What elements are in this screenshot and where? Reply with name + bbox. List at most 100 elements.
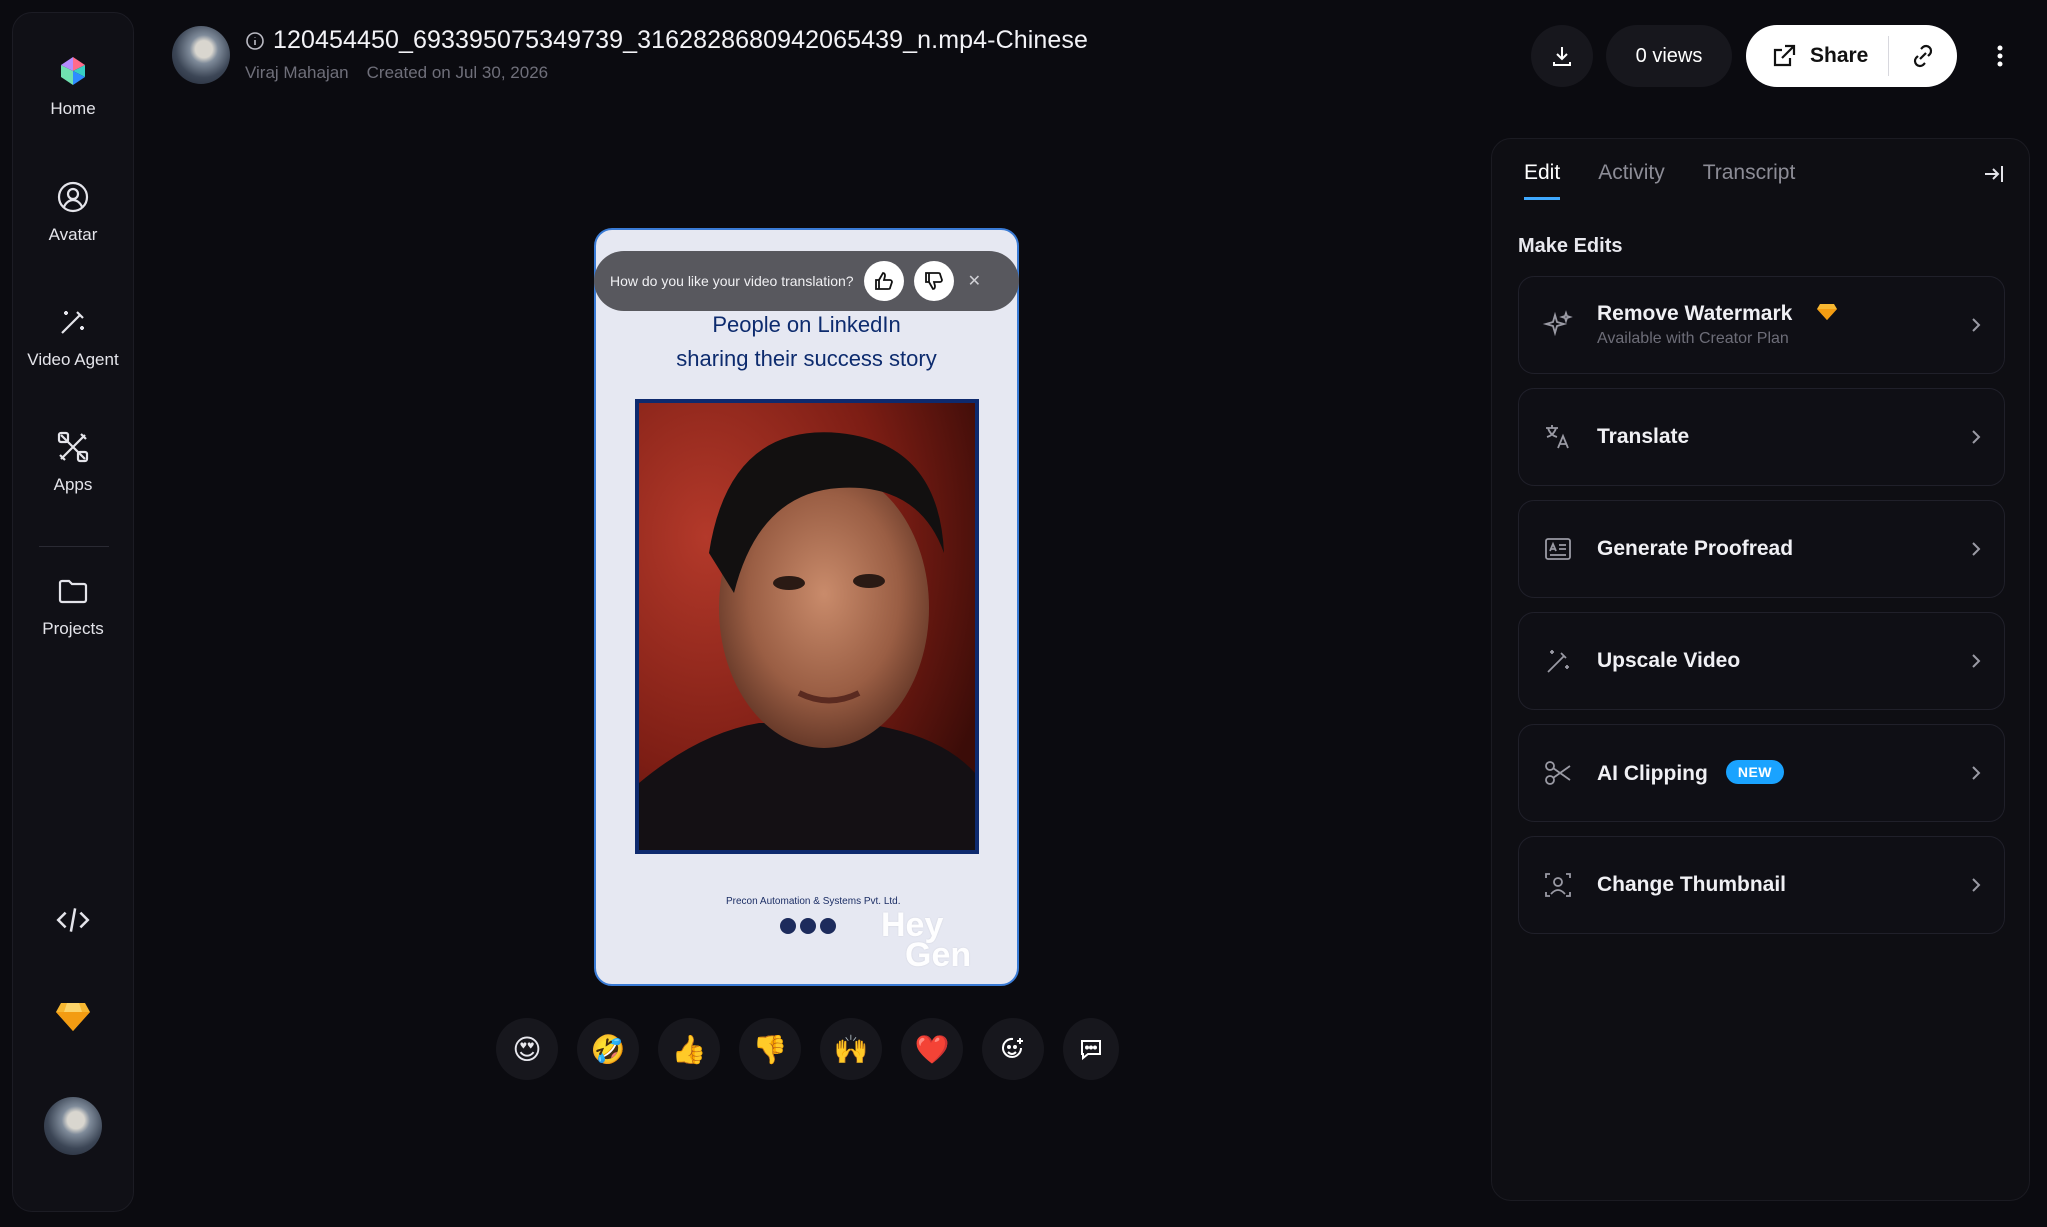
user-avatar-button[interactable] [13,1097,133,1155]
close-icon[interactable]: ✕ [968,271,981,291]
video-headline: People on LinkedIn sharing their success… [596,308,1017,376]
twitter-icon [820,918,836,934]
upscale-video-card[interactable]: Upscale Video [1518,612,2005,710]
change-thumbnail-card[interactable]: Change Thumbnail [1518,836,2005,934]
card-label: Change Thumbnail [1597,873,1786,896]
external-share-icon [1773,44,1796,67]
instagram-icon [780,918,796,934]
section-title: Make Edits [1518,235,1623,257]
chevron-right-icon [1972,654,1981,668]
folder-icon [58,579,88,604]
collapse-right-icon [1985,166,2003,182]
facebook-icon [800,918,816,934]
generate-proofread-card[interactable]: Generate Proofread [1518,500,2005,598]
sidebar-item-label: Avatar [48,225,98,244]
reaction-raised-hands[interactable]: 🙌 [820,1018,882,1080]
panel-tabs: Edit Activity Transcript [1524,161,1795,200]
watermark-line: Gen [905,936,972,974]
thumbs-up-icon [874,272,893,290]
share-button[interactable]: Share [1746,25,1888,87]
reaction-thumbs-down[interactable]: 👎 [739,1018,801,1080]
translate-card[interactable]: Translate [1518,388,2005,486]
feedback-question: How do you like your video translation? [610,273,854,289]
thumbs-down-button[interactable] [913,261,954,301]
left-sidebar: Home Avatar Video Agent Apps Projects [12,12,134,1212]
views-counter[interactable]: 0 views [1606,25,1732,87]
magic-wand-icon [1547,650,1569,673]
scissors-icon [1545,761,1571,785]
headline-line: People on LinkedIn [712,312,901,337]
card-label: Translate [1597,425,1690,448]
card-label: Remove Watermark [1597,302,1948,326]
reaction-heart-eyes[interactable]: 😍 [496,1018,558,1080]
creator-name: Viraj Mahajan [245,63,349,82]
proofread-icon [1545,538,1571,560]
sidebar-item-label: Apps [53,475,93,494]
sidebar-item-label: Home [50,99,96,118]
heygen-logo-icon [61,57,85,85]
thumbs-down-icon [924,272,943,290]
upgrade-plan-button[interactable] [13,1001,133,1033]
add-emoji-icon [1002,1037,1023,1058]
thumbnail-icon [1545,873,1571,897]
new-badge: NEW [1725,760,1784,784]
ai-clipping-card[interactable]: AI Clipping NEW [1518,724,2005,822]
collapse-panel-button[interactable] [1981,161,2007,192]
portrait-image [639,403,975,850]
video-meta: Viraj Mahajan Created on Jul 30, 2026 [245,63,548,83]
comment-button[interactable] [1063,1018,1119,1080]
video-title-row: 120454450_693395075349739_31628286809420… [245,26,1088,55]
more-options-button[interactable] [1988,42,2012,75]
tab-edit[interactable]: Edit [1524,161,1561,200]
reaction-thumbs-up[interactable]: 👍 [658,1018,720,1080]
created-date: Created on Jul 30, 2026 [366,63,549,82]
sidebar-item-projects[interactable]: Projects [13,573,133,639]
code-icon [56,908,90,932]
edit-panel: Edit Activity Transcript Make Edits Remo… [1491,138,2030,1201]
chevron-right-icon [1972,542,1981,556]
reaction-bar: 😍 🤣 👍 👎 🙌 ❤️ [496,1018,1119,1080]
download-button[interactable] [1531,25,1593,87]
company-logo-text: Precon Automation & Systems Pvt. Ltd. [726,896,901,907]
headline-line: sharing their success story [676,346,937,371]
kebab-menu-icon [1997,45,2003,67]
chevron-right-icon [1972,430,1981,444]
views-label: 0 views [1635,44,1703,67]
info-icon[interactable] [245,31,265,51]
copy-link-button[interactable] [1889,25,1957,87]
heygen-watermark: Hey Gen [881,908,972,974]
tab-transcript[interactable]: Transcript [1703,161,1796,200]
add-reaction-button[interactable] [982,1018,1044,1080]
share-group: Share [1746,25,1957,87]
sidebar-item-video-agent[interactable]: Video Agent [13,304,133,370]
sidebar-item-avatar[interactable]: Avatar [13,179,133,245]
reaction-heart[interactable]: ❤️ [901,1018,963,1080]
avatar [44,1097,102,1155]
remove-watermark-card[interactable]: Remove Watermark Available with Creator … [1518,276,2005,374]
translation-feedback-bar: How do you like your video translation? … [594,251,1019,311]
premium-diamond-icon [1817,304,1838,320]
reaction-rofl[interactable]: 🤣 [577,1018,639,1080]
developer-code-button[interactable] [13,901,133,939]
comment-icon [1081,1040,1101,1061]
sidebar-divider [39,546,109,547]
chevron-right-icon [1972,766,1981,780]
link-icon [1913,44,1933,68]
card-label: Generate Proofread [1597,537,1794,560]
video-player[interactable]: People on LinkedIn sharing their success… [594,228,1019,986]
download-icon [1553,47,1571,66]
share-label: Share [1810,44,1869,67]
tab-activity[interactable]: Activity [1598,161,1665,200]
chevron-right-icon [1972,878,1981,892]
social-icons [780,918,836,934]
sidebar-item-apps[interactable]: Apps [13,429,133,495]
thumbs-up-button[interactable] [863,261,904,301]
video-title[interactable]: 120454450_693395075349739_31628286809420… [273,26,1088,55]
sidebar-item-label: Projects [42,619,104,638]
sidebar-item-label: Video Agent [27,350,119,369]
card-sublabel: Available with Creator Plan [1597,330,1789,347]
card-label: Upscale Video [1597,649,1741,672]
avatar-icon [57,181,89,213]
sidebar-item-home[interactable]: Home [13,53,133,119]
apps-icon [57,431,89,463]
